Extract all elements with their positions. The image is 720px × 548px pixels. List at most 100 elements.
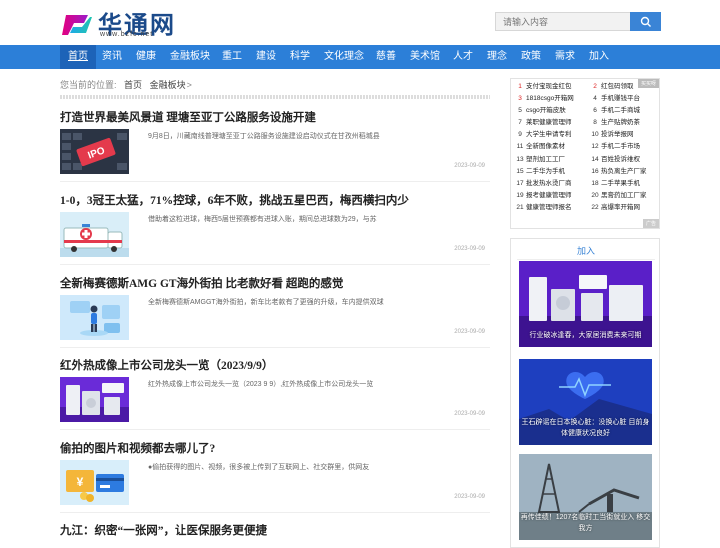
hot-link-label: 报考健康管理师	[526, 191, 572, 199]
hot-link-rank: 3	[518, 95, 522, 103]
hot-link-rank: 7	[518, 119, 522, 127]
ad-label-badge: 广告	[642, 219, 659, 228]
hot-link-rank: 17	[516, 179, 524, 187]
nav-item-culture[interactable]: 文化理念	[324, 45, 364, 69]
hot-link-label: 投诉举报网	[601, 131, 634, 139]
nav-item-policy[interactable]: 政策	[521, 45, 541, 69]
hot-link-label: 健康管理师报名	[526, 203, 572, 211]
breadcrumb-divider	[60, 95, 490, 99]
hot-link-item[interactable]: 13 塑剂加工工厂	[514, 154, 589, 166]
hot-link-rank: 13	[516, 155, 524, 163]
featured-ads-panel: 加入 行业破冰逢春，大家居消费未来可期 王石辟谣在日本换心脏：没换心脏 目前身体…	[510, 238, 660, 548]
site-header: 华通网 www.bzfc.net	[0, 0, 720, 45]
nav-item-construction[interactable]: 建设	[256, 45, 276, 69]
nav-item-concept[interactable]: 理念	[487, 45, 507, 69]
hot-link-item[interactable]: 3 1818csgo开箱网	[514, 93, 589, 105]
hot-link-label: 黑膏药加工厂家	[601, 191, 647, 199]
hot-link-rank: 21	[516, 203, 524, 211]
breadcrumb-current[interactable]: 金融板块	[150, 80, 186, 90]
article-title[interactable]: 1-0，3冠王太猛，71%控球，6年不败，挑战五星巴西，梅西横扫内少	[60, 192, 409, 208]
hot-link-label: 生产贴牌奶茶	[601, 119, 640, 127]
hot-link-rank: 5	[518, 107, 522, 115]
site-logo[interactable]: 华通网 www.bzfc.net	[60, 8, 174, 40]
article-thumbnail[interactable]: IPO	[60, 129, 129, 174]
site-url: www.bzfc.net	[100, 31, 154, 38]
nav-item-talent[interactable]: 人才	[453, 45, 473, 69]
breadcrumb-home[interactable]: 首页	[124, 80, 142, 90]
hot-link-item[interactable]: 20 黑膏药加工厂家	[589, 190, 664, 202]
article-title[interactable]: 全新梅赛德斯AMG GT海外街拍 比老款好看 超跑的感觉	[60, 275, 343, 291]
article-title[interactable]: 九江：织密“一张网”，让医保服务更便捷	[60, 522, 267, 538]
hot-link-rank: 19	[516, 191, 524, 199]
hot-link-item[interactable]: 17 批发热水烫厂商	[514, 178, 589, 190]
hot-link-item[interactable]: 14 百姓投诉维权	[589, 154, 664, 166]
hot-link-item[interactable]: 8 生产贴牌奶茶	[589, 117, 664, 129]
hot-link-item[interactable]: 10 投诉举报网	[589, 129, 664, 141]
search-input[interactable]	[495, 12, 631, 31]
hot-link-label: 二手苹果手机	[601, 179, 640, 187]
featured-ad-card[interactable]: 王石辟谣在日本换心脏：没换心脏 目前身体健康状况良好	[519, 359, 652, 445]
nav-item-health[interactable]: 健康	[136, 45, 156, 69]
nav-item-science[interactable]: 科学	[290, 45, 310, 69]
hot-link-rank: 1	[518, 83, 522, 90]
breadcrumb-separator: >	[186, 80, 192, 90]
nav-item-heavy-industry[interactable]: 重工	[222, 45, 242, 69]
hot-link-item[interactable]: 16 热负离生产厂家	[589, 166, 664, 178]
hot-link-label: 热负离生产厂家	[601, 167, 647, 175]
hot-links-list: 1 支付宝现金红包 3 1818csgo开箱网 5 csgo开箱皮肤 7 莱职健康管理师 9 大学…	[510, 78, 660, 229]
hot-link-item[interactable]: 6 手机二手商城	[589, 105, 664, 117]
nav-item-art-museum[interactable]: 美术馆	[410, 45, 440, 69]
nav-item-demand[interactable]: 需求	[555, 45, 575, 69]
hot-link-item[interactable]: 1 支付宝现金红包	[514, 81, 589, 93]
article-thumbnail[interactable]: ¥	[60, 460, 129, 505]
hot-link-rank: 15	[516, 167, 524, 175]
hot-link-rank: 11	[516, 143, 524, 151]
hot-link-item[interactable]: 12 手机二手市场	[589, 141, 664, 153]
article-thumbnail[interactable]	[60, 377, 129, 422]
hot-link-item[interactable]: 4 手机赚钱平台	[589, 93, 664, 105]
breadcrumb: 您当前的位置: 首页 金融板块>	[60, 78, 197, 91]
featured-ad-caption: 再传佳绩！1207名临时工当街就业入 移交我方	[520, 514, 651, 532]
hot-link-label: 高爆率开箱网	[601, 203, 640, 211]
hot-link-item[interactable]: 19 报考健康管理师	[514, 190, 589, 202]
svg-text:¥: ¥	[77, 475, 84, 489]
nav-item-join[interactable]: 加入	[589, 45, 609, 69]
hot-link-item[interactable]: 7 莱职健康管理师	[514, 117, 589, 129]
hot-link-item[interactable]: 21 健康管理师报名	[514, 202, 589, 214]
hot-link-item[interactable]: 11 全新图像素材	[514, 141, 589, 153]
hot-link-rank: 20	[591, 191, 599, 199]
nav-item-charity[interactable]: 慈善	[376, 45, 396, 69]
hot-link-label: 手机二手市场	[601, 143, 640, 151]
article-divider	[60, 429, 490, 430]
article-summary: 9月8日，川藏南线普理塘至亚丁公路服务设施建设启动仪式在甘孜州稻城县	[148, 133, 380, 140]
hot-link-item[interactable]: 18 二手苹果手机	[589, 178, 664, 190]
hot-link-item[interactable]: 22 高爆率开箱网	[589, 202, 664, 214]
hot-link-label: 手机赚钱平台	[601, 95, 640, 103]
hot-link-label: 批发热水烫厂商	[526, 179, 572, 187]
article-thumbnail[interactable]	[60, 295, 129, 340]
featured-ad-caption: 行业破冰逢春，大家居消费未来可期	[529, 332, 642, 339]
search-button[interactable]	[630, 12, 661, 31]
featured-ad-card[interactable]: 行业破冰逢春，大家居消费未来可期	[519, 261, 652, 347]
article-date: 2023-09-09	[454, 246, 485, 252]
nav-item-home[interactable]: 首页	[60, 45, 96, 69]
ipo-keyboard-icon: IPO	[60, 129, 129, 174]
hot-link-rank: 9	[518, 131, 522, 139]
featured-ad-card[interactable]: 再传佳绩！1207名临时工当街就业入 移交我方	[519, 454, 652, 540]
hot-link-label: 莱职健康管理师	[526, 119, 572, 127]
article-title[interactable]: 打造世界最美风景道 理塘至亚丁公路服务设施开建	[60, 109, 316, 125]
article-title[interactable]: 偷拍的图片和视频都去哪儿了?	[60, 440, 215, 456]
nav-item-finance[interactable]: 金融板块	[170, 45, 210, 69]
hot-link-item[interactable]: 5 csgo开箱皮肤	[514, 105, 589, 117]
article-title[interactable]: 红外热成像上市公司龙头一览（2023/9/9）	[60, 357, 273, 373]
hot-link-label: 全新图像素材	[526, 143, 565, 151]
ambulance-icon	[60, 212, 129, 257]
article-summary: ●偷拍获得的图片、视频，很多被上传到了互联网上、社交群里，供网友	[148, 464, 370, 471]
article-divider	[60, 264, 490, 265]
article-summary: 全新梅赛德斯AMGGT海外街拍，新车比老款有了更强的升级，车内提供双球	[148, 299, 384, 306]
hot-link-item[interactable]: 9 大学生申请专利	[514, 129, 589, 141]
article-thumbnail[interactable]	[60, 212, 129, 257]
person-illustration-icon	[60, 295, 129, 340]
nav-item-news[interactable]: 资讯	[102, 45, 122, 69]
hot-link-item[interactable]: 15 二手华为手机	[514, 166, 589, 178]
